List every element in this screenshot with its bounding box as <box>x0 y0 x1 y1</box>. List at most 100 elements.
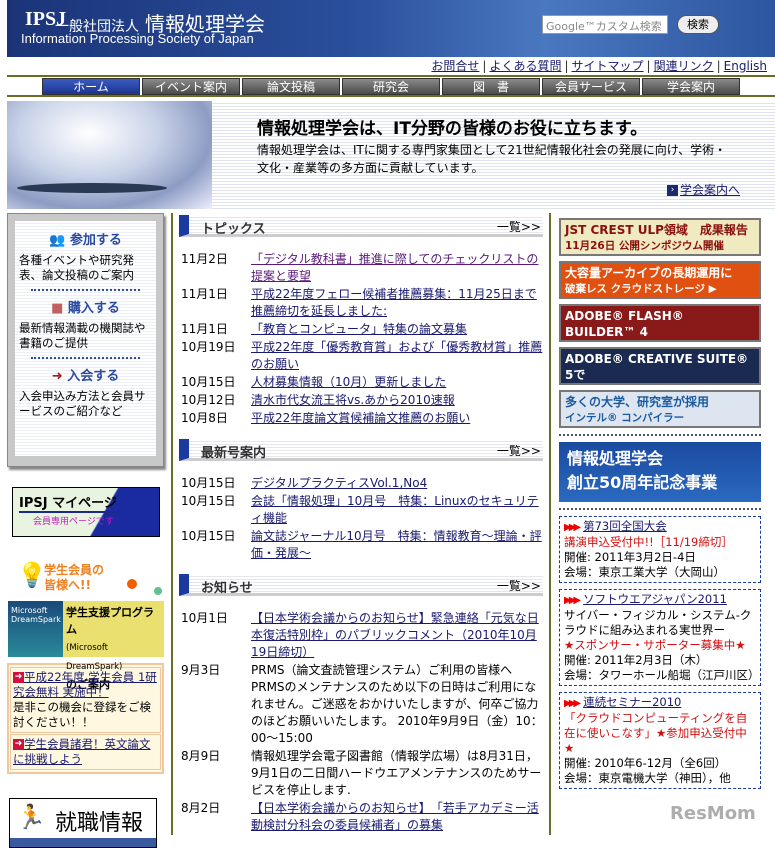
view-all-link[interactable]: 一覧>> <box>497 577 541 594</box>
news-item: 11月1日 「教育とコンピュータ」特集の論文募集 <box>179 321 543 338</box>
join-events-link[interactable]: 👥 参加する <box>19 229 152 248</box>
view-all-link[interactable]: 一覧>> <box>497 442 541 459</box>
enter-arrow-icon: ➜ <box>51 369 63 384</box>
news-item: 10月15日 人材募集情報（10月）更新しました <box>179 374 543 391</box>
dreamspark-banner[interactable]: Microsoft DreamSpark 学生支援プログラム (Microsoft… <box>8 601 164 691</box>
search-input[interactable]: Google™カスタム検索 <box>542 15 668 34</box>
util-link[interactable]: よくある質問 <box>489 59 561 73</box>
nav-tab[interactable]: 図 書 <box>442 78 540 95</box>
news-date: 10月1日 <box>181 611 228 625</box>
join-events-desc: 各種イベントや研究発表、論文投稿のご案内 <box>19 253 134 282</box>
membership-link[interactable]: ➜ 入会する <box>19 365 152 384</box>
news-date: 11月1日 <box>181 287 228 301</box>
news-link[interactable]: 「教育とコンピュータ」特集の論文募集 <box>251 321 543 338</box>
event-notice: 講演申込受付中!!［11/19締切］ <box>564 535 733 549</box>
arrow-right-icon: › <box>667 185 678 196</box>
news-item: 10月15日 デジタルプラクティスVol.1,No4 <box>179 475 543 492</box>
section-header: 最新号案内 一覧>> <box>179 439 543 461</box>
news-date: 11月2日 <box>181 252 228 266</box>
triple-arrow-icon: ▶▶▶ <box>564 698 581 709</box>
news-date: 8月9日 <box>181 749 221 763</box>
news-link[interactable]: 平成22年度「優秀教育賞」および「優秀教材賞」推薦のお願い <box>251 339 543 373</box>
news-item: 10月12日 清水市代女流王将vs.あから2010速報 <box>179 392 543 409</box>
nav-tab[interactable]: 学会案内 <box>642 78 740 95</box>
anniversary-banner[interactable]: 情報処理学会 創立50周年記念事業 <box>559 442 761 502</box>
news-link[interactable]: 会誌「情報処理」10月号 特集：Linuxのセキュリティ機能 <box>251 493 543 527</box>
about-link-text[interactable]: 学会案内へ <box>680 183 740 197</box>
event-box: ▶▶▶ ソフトウエアジャパン2011 サイバー・フィジカル・システム-クラウドに組み… <box>559 589 761 686</box>
job-info-banner[interactable]: 🏃 就職情報 <box>9 798 157 848</box>
news-list: 10月15日 デジタルプラクティスVol.1,No4 10月15日 会誌「情報処理」1… <box>179 475 543 562</box>
util-link[interactable]: サイトマップ <box>572 59 644 73</box>
news-link[interactable]: 【日本学術会議からのお知らせ】 「若手アカデミー活動検討分科会の委員候補者」の募… <box>251 800 543 834</box>
event-link[interactable]: 第73回全国大会 <box>583 519 667 533</box>
separator: | <box>716 59 721 73</box>
mypage-banner[interactable]: IPSJ マイページ会員専用ページです <box>12 487 160 537</box>
news-item: 10月1日 【日本学術会議からのお知らせ】緊急連絡「元気な日本復活特別枠」のパブリ… <box>179 610 543 661</box>
student-heading: 💡 学生会員の皆様へ!! <box>7 559 164 601</box>
news-date: 11月1日 <box>181 322 228 336</box>
org-name-en: Information Processing Society of Japan <box>21 31 254 46</box>
student-free-link[interactable]: 平成22年度 学生会員 1研究会無料 実施中！ <box>13 670 157 699</box>
util-link[interactable]: 関連リンク <box>654 59 714 73</box>
news-link[interactable]: 人材募集情報（10月）更新しました <box>251 374 543 391</box>
ad-banner[interactable]: 多くの大学、研究室が採用 インテル® コンパイラー <box>559 390 761 428</box>
nav-tab[interactable]: ホーム <box>42 78 140 95</box>
news-text: 情報処理学会電子図書館（情報学広場）は8月31日，9月1日の二日間ハードウエアメ… <box>251 749 542 797</box>
search-button[interactable]: 検索 <box>677 15 719 34</box>
event-notice: ★スポンサー・サポーター募集中★ <box>564 638 746 652</box>
event-info: 開催: 2011年3月2日-4日 <box>564 550 696 564</box>
event-info: 会場：タワーホール船堀（江戸川区） <box>564 668 760 682</box>
section-title: 最新号案内 <box>201 446 267 461</box>
hero-title: 情報処理学会は、IT分野の皆様のお役に立ちます。 <box>257 119 648 139</box>
ad-banner[interactable]: 大容量アーカイブの長期運用に 破棄レス クラウドストレージ ▶ <box>559 261 761 299</box>
ad-banner[interactable]: ADOBE® CREATIVE SUITE® 5で見せる！惹きつける！研究発表ポ… <box>559 347 761 385</box>
decor-dot <box>127 579 137 589</box>
news-link[interactable]: 平成22年度論文賞候補論文推薦のお願い <box>251 410 543 427</box>
news-date: 10月15日 <box>181 476 236 490</box>
nav-tab[interactable]: 論文投稿 <box>242 78 340 95</box>
util-link[interactable]: English <box>724 59 767 73</box>
news-link[interactable]: デジタルプラクティスVol.1,No4 <box>251 475 543 492</box>
purchase-link[interactable]: ■ 購入する <box>19 297 152 316</box>
ad-banner[interactable]: ADOBE® FLASH® BUILDER™ 4アドビのWebアプリ制作ツールを… <box>559 304 761 342</box>
separator: | <box>646 59 651 73</box>
view-all-link[interactable]: 一覧>> <box>497 218 541 235</box>
news-date: 9月3日 <box>181 663 221 677</box>
nav-tab[interactable]: 会員サービス <box>542 78 640 95</box>
news-link[interactable]: 平成22年度フェロー候補者推薦募集：11月25日まで推薦締切を延長しました: <box>251 286 543 320</box>
news-item: 9月3日 PRMS（論文査読管理システム）ご利用の皆様へ PRMSのメンテナンスの… <box>179 662 543 747</box>
watermark-logo: ResMom <box>670 803 756 824</box>
sky-image <box>7 101 212 209</box>
section-header: トピックス 一覧>> <box>179 215 543 237</box>
mypage-sub: 会員専用ページです <box>33 517 114 527</box>
ad-banner[interactable]: JST CREST ULP領域 成果報告 11月26日 公開シンポジウム開催 <box>559 218 761 256</box>
english-paper-link[interactable]: 学生会員諸君！英文論文に挑戦しよう <box>13 737 151 766</box>
hero-banner: 情報処理学会は、IT分野の皆様のお役に立ちます。 情報処理学会は、ITに関する専… <box>7 101 775 209</box>
news-item: 10月15日 会誌「情報処理」10月号 特集：Linuxのセキュリティ機能 <box>179 493 543 527</box>
guide-box: 👥 参加する 各種イベントや研究発表、論文投稿のご案内 ■ 購入する 最新情報満… <box>7 213 164 467</box>
about-link[interactable]: › 学会案内へ <box>667 181 740 198</box>
news-link[interactable]: 【日本学術会議からのお知らせ】緊急連絡「元気な日本復活特別枠」のパブリックコメン… <box>251 610 543 661</box>
util-link[interactable]: お問合せ <box>431 59 479 73</box>
news-item: 10月19日 平成22年度「優秀教育賞」および「優秀教材賞」推薦のお願い <box>179 339 543 373</box>
news-link[interactable]: 「デジタル教科書」推進に際してのチェックリストの提案と要望 <box>251 251 543 285</box>
event-link[interactable]: 連続セミナー2010 <box>583 695 681 709</box>
nav-tab[interactable]: 研究会 <box>342 78 440 95</box>
news-link[interactable]: 清水市代女流王将vs.あから2010速報 <box>251 392 543 409</box>
divider <box>559 434 761 436</box>
news-link[interactable]: 論文誌ジャーナル10月号 特集：情報教育〜理論・評価・発展〜 <box>251 528 543 562</box>
event-link[interactable]: ソフトウエアジャパン2011 <box>583 592 727 606</box>
purchase-desc: 最新情報満載の機関誌や書籍のご提供 <box>19 321 146 350</box>
dreamspark-logo: Microsoft DreamSpark <box>8 601 63 657</box>
divider <box>559 508 761 510</box>
news-list: 10月1日 【日本学術会議からのお知らせ】緊急連絡「元気な日本復活特別枠」のパブリ… <box>179 610 543 834</box>
news-date: 10月15日 <box>181 529 236 543</box>
main-nav: ホーム イベント案内 論文投稿 研究会図 書会員サービス 学会案内 <box>7 75 775 97</box>
event-info: 会場：東京電機大学（神田），他 <box>564 771 731 785</box>
student-news: ➜ 平成22年度 学生会員 1研究会無料 実施中！ 是非この機会に登録をご検討くださ… <box>7 663 164 774</box>
nav-tab[interactable]: イベント案内 <box>142 78 240 95</box>
membership-desc: 入会申込み方法と会員サービスのご紹介など <box>19 389 146 418</box>
mypage-title: IPSJ マイページ <box>19 492 119 513</box>
news-item: 10月8日 平成22年度論文賞候補論文推薦のお願い <box>179 410 543 427</box>
